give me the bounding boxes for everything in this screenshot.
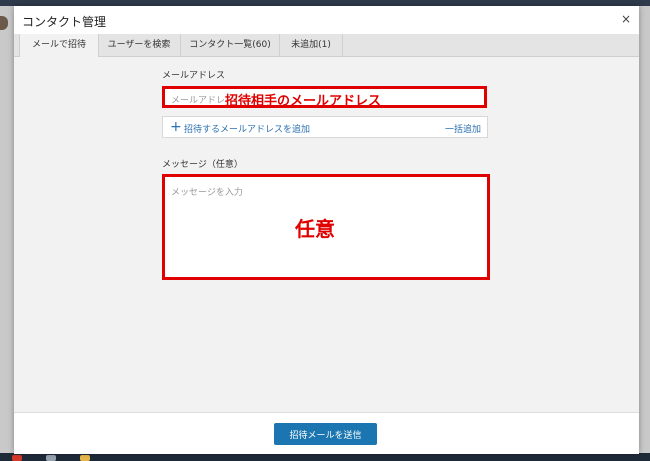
email-annotation: 招待相手のメールアドレス [225,94,382,109]
message-placeholder: メッセージを入力 [171,188,243,198]
send-invite-button[interactable]: 招待メールを送信 [274,423,377,445]
close-icon[interactable]: × [621,12,631,26]
dialog-title: コンタクト管理 [22,15,107,29]
dialog-footer: 招待メールを送信 [14,412,639,454]
background-avatar [0,16,8,30]
plus-icon[interactable]: + [170,118,182,136]
email-field[interactable]: メールアドレ 招待相手のメールアドレス [162,86,487,109]
tab-bar: メールで招待 ユーザーを検索 コンタクト一覧(60) 未追加(1) [14,34,639,57]
contact-management-dialog: コンタクト管理 × メールで招待 ユーザーを検索 コンタクト一覧(60) 未追加… [14,6,639,454]
taskbar-app-icon[interactable] [46,455,56,461]
add-email-row: + 招待するメールアドレスを追加 一括追加 [162,116,488,138]
email-label: メールアドレス [162,71,226,81]
bulk-add-link[interactable]: 一括追加 [445,122,481,135]
taskbar-app-icon[interactable] [12,455,22,461]
message-annotation: 任意 [295,217,335,241]
message-label: メッセージ（任意） [162,160,243,170]
dialog-header: コンタクト管理 × [14,6,639,35]
background-left-panel [0,6,14,453]
message-textarea[interactable]: メッセージを入力 任意 [162,174,490,280]
background-right-panel [639,6,650,453]
tab-contact-list[interactable]: コンタクト一覧(60) [181,34,280,56]
tab-not-added[interactable]: 未追加(1) [280,34,343,56]
tab-search-users[interactable]: ユーザーを検索 [98,34,181,56]
taskbar-folder-icon[interactable] [80,455,90,461]
tab-invite-by-email[interactable]: メールで招待 [19,34,99,57]
email-placeholder: メールアドレ [171,96,226,106]
taskbar [0,453,650,461]
add-email-link[interactable]: 招待するメールアドレスを追加 [184,122,310,135]
